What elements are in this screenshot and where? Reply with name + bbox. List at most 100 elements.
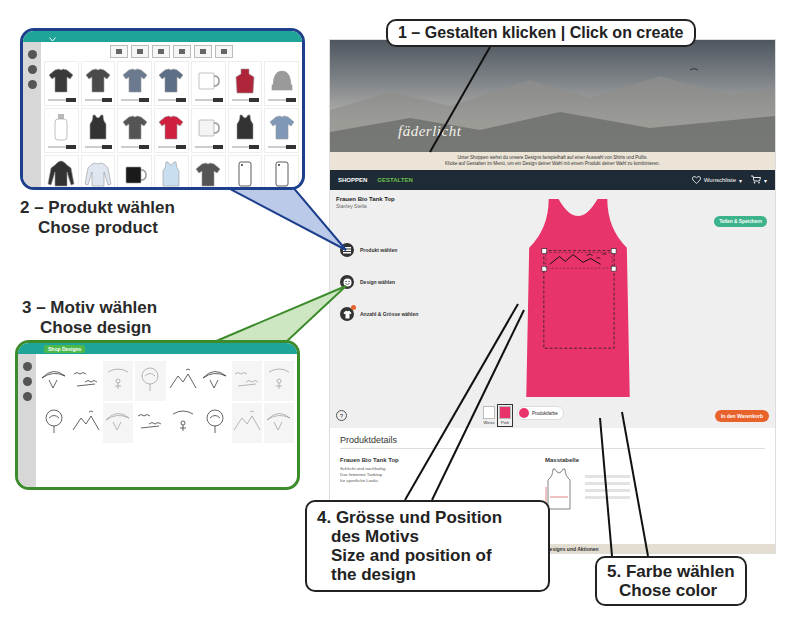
design-sketch-icon[interactable] <box>39 406 69 440</box>
product-stack-icon[interactable] <box>340 243 354 257</box>
nav-tab[interactable]: GESTALTEN <box>377 177 412 183</box>
design-tile[interactable] <box>232 403 262 443</box>
swatch-label[interactable]: Weiss <box>484 420 495 425</box>
design-sketch-icon[interactable] <box>135 364 165 398</box>
help-button[interactable]: ? <box>336 410 347 421</box>
category-icon[interactable] <box>194 45 212 58</box>
tank-icon[interactable] <box>156 159 186 190</box>
option-label[interactable]: Design wählen <box>360 279 395 285</box>
heart-icon[interactable] <box>692 176 701 185</box>
design-tile[interactable] <box>264 403 294 443</box>
product-tile[interactable] <box>44 155 79 190</box>
option-row[interactable]: Produkt wählen <box>340 243 444 257</box>
nav-item[interactable]: SHOPPEN <box>338 177 367 183</box>
color-dot[interactable] <box>519 408 529 418</box>
option-label[interactable]: Produkt wählen <box>360 247 397 253</box>
product-tile[interactable] <box>264 108 299 153</box>
tshirt-icon[interactable] <box>120 65 150 99</box>
design-sketch-icon[interactable] <box>71 364 101 398</box>
sidebar-icon[interactable] <box>23 362 32 371</box>
hoodie-icon[interactable] <box>46 159 76 190</box>
mug-icon[interactable] <box>193 65 223 99</box>
sidebar-icon[interactable] <box>28 50 37 59</box>
share-button[interactable]: Teilen & Speichern <box>714 216 767 227</box>
tank-icon[interactable] <box>230 112 260 146</box>
option-row[interactable]: Design wählen <box>340 275 444 289</box>
apron-icon[interactable] <box>230 65 260 99</box>
tshirt-icon[interactable] <box>156 112 186 146</box>
design-tile[interactable] <box>200 403 230 443</box>
option-label[interactable]: Anzahl & Grösse wählen <box>360 311 418 317</box>
smiley-icon[interactable] <box>340 275 354 289</box>
product-tile[interactable] <box>264 61 299 106</box>
bottle-icon[interactable] <box>46 112 76 146</box>
category-icon[interactable] <box>131 45 149 58</box>
category-icon[interactable] <box>173 45 191 58</box>
product-tile[interactable] <box>81 155 116 190</box>
product-tile[interactable] <box>117 108 152 153</box>
product-tile[interactable] <box>228 108 263 153</box>
cart-icon[interactable] <box>751 175 761 185</box>
wishlist-caret[interactable]: ▾ <box>739 177 742 184</box>
mug-icon[interactable] <box>193 112 223 146</box>
product-tile[interactable] <box>154 108 189 153</box>
sidebar-icon[interactable] <box>28 80 37 89</box>
design-sketch-icon[interactable] <box>232 406 262 440</box>
shop-designs-button[interactable]: Shop Designs <box>44 345 85 353</box>
product-tile[interactable] <box>228 61 263 106</box>
design-tile[interactable] <box>71 361 101 401</box>
product-tile[interactable] <box>81 108 116 153</box>
product-tile[interactable] <box>154 155 189 190</box>
tank-top-preview[interactable] <box>503 194 653 403</box>
design-sketch-icon[interactable] <box>71 406 101 440</box>
phone-icon[interactable] <box>230 159 260 190</box>
product-tile[interactable] <box>191 155 226 190</box>
product-tile[interactable] <box>44 108 79 153</box>
product-tile[interactable] <box>154 61 189 106</box>
shirt-icon[interactable] <box>340 307 354 321</box>
option-row[interactable]: Anzahl & Grösse wählen <box>340 307 444 321</box>
design-tile[interactable] <box>168 361 198 401</box>
product-tile[interactable] <box>81 61 116 106</box>
design-tile[interactable] <box>168 403 198 443</box>
tshirt-icon[interactable] <box>267 112 297 146</box>
tshirt-icon[interactable] <box>193 159 223 190</box>
design-sketch-icon[interactable] <box>200 364 230 398</box>
swatch-label[interactable]: Pink <box>501 420 509 425</box>
swatch-box[interactable] <box>483 406 495 419</box>
design-tile[interactable] <box>135 403 165 443</box>
design-sketch-icon[interactable] <box>232 364 262 398</box>
swatch-box[interactable] <box>499 406 511 419</box>
chevron-icon[interactable] <box>49 28 56 46</box>
tshirt-icon[interactable] <box>46 65 76 99</box>
product-tile[interactable] <box>117 61 152 106</box>
product-tile[interactable] <box>191 61 226 106</box>
design-tile[interactable] <box>39 403 69 443</box>
category-icon[interactable] <box>215 45 233 58</box>
category-icon[interactable] <box>152 45 170 58</box>
tshirt-icon[interactable] <box>156 65 186 99</box>
longsleeve-icon[interactable] <box>83 159 113 190</box>
tshirt-icon[interactable] <box>83 65 113 99</box>
mug-icon[interactable] <box>120 159 150 190</box>
design-sketch-icon[interactable] <box>135 406 165 440</box>
design-sketch-icon[interactable] <box>168 406 198 440</box>
product-tile[interactable] <box>228 155 263 190</box>
nav-item[interactable]: GESTALTEN <box>377 177 412 183</box>
design-tile[interactable] <box>264 361 294 401</box>
design-tile[interactable] <box>39 361 69 401</box>
design-sketch-icon[interactable] <box>264 364 294 398</box>
sidebar-icon[interactable] <box>23 377 32 386</box>
category-icon[interactable] <box>110 45 128 58</box>
design-tile[interactable] <box>71 403 101 443</box>
swatch[interactable]: Weiss <box>483 406 495 425</box>
cart-caret[interactable]: ▾ <box>764 177 767 184</box>
design-sketch-icon[interactable] <box>103 406 133 440</box>
swatch[interactable]: Pink <box>499 406 511 425</box>
wishlist-link[interactable]: Wunschliste <box>704 177 736 183</box>
product-tile[interactable] <box>117 155 152 190</box>
design-sketch-icon[interactable] <box>264 406 294 440</box>
tank-icon[interactable] <box>83 112 113 146</box>
beanie-icon[interactable] <box>267 65 297 99</box>
product-tile[interactable] <box>44 61 79 106</box>
